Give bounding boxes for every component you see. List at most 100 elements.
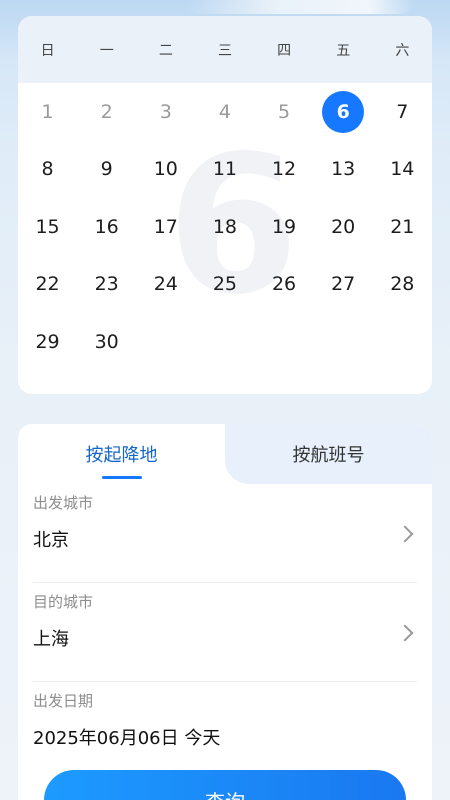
chevron-right-icon xyxy=(396,525,414,543)
departure-city-value: 北京 xyxy=(33,530,69,551)
calendar-empty-cell xyxy=(255,320,314,364)
calendar-day[interactable]: 4 xyxy=(195,90,254,134)
calendar-day-number: 23 xyxy=(94,273,119,296)
chevron-right-icon xyxy=(396,624,414,642)
calendar-day-number: 3 xyxy=(159,100,172,123)
calendar-week-row: 29 30 xyxy=(18,313,432,371)
calendar-day-number: 12 xyxy=(271,158,297,181)
calendar-week-row: 22 23 24 25 26 27 28 xyxy=(18,256,432,314)
calendar-day-number: 6 xyxy=(322,90,365,133)
calendar-day[interactable]: 27 xyxy=(314,262,373,306)
calendar-day-number: 1 xyxy=(41,100,54,123)
airplane-image xyxy=(185,0,415,14)
search-mode-tabs: 按起降地 按航班号 xyxy=(18,424,432,484)
search-panel: 按起降地 按航班号 出发城市 北京 目的城市 上海 出发日期 2025年06月0… xyxy=(18,424,432,800)
calendar-day-number: 24 xyxy=(153,273,178,296)
weekday-thu: 四 xyxy=(277,42,292,59)
calendar-day[interactable]: 5 xyxy=(255,90,314,134)
tab-by-airport-label: 按起降地 xyxy=(85,445,158,466)
calendar-days-grid: 1 2 3 4 5 6 7 8 9 10 11 12 13 14 15 16 17 18 19 20 21 22 23 24 2… xyxy=(18,83,432,371)
calendar-day[interactable]: 25 xyxy=(195,262,254,306)
calendar-day[interactable]: 3 xyxy=(136,90,195,134)
calendar-day[interactable]: 8 xyxy=(18,147,77,191)
destination-city-label: 目的城市 xyxy=(33,593,94,611)
calendar-day-number: 10 xyxy=(153,158,178,181)
calendar-day-number: 8 xyxy=(41,158,54,181)
destination-city-field[interactable]: 目的城市 上海 xyxy=(33,583,417,682)
calendar-day[interactable]: 17 xyxy=(136,205,195,249)
departure-date-value: 2025年06月06日 今天 xyxy=(33,728,221,749)
calendar-empty-cell xyxy=(314,320,373,364)
calendar-day[interactable]: 14 xyxy=(373,147,432,191)
calendar-day[interactable]: 9 xyxy=(77,147,136,191)
calendar-day-number: 9 xyxy=(100,158,113,181)
calendar-day[interactable]: 30 xyxy=(77,320,136,364)
weekday-mon: 一 xyxy=(99,42,114,59)
calendar-card: 日 一 二 三 四 五 六 6 1 2 3 4 5 6 7 8 9 10 11 12 13 14 15 16 1… xyxy=(18,16,432,394)
tab-by-flight-number[interactable]: 按航班号 xyxy=(225,424,432,484)
calendar-day-number: 4 xyxy=(218,100,231,123)
calendar-day[interactable]: 1 xyxy=(18,90,77,134)
calendar-day-number: 17 xyxy=(153,215,178,238)
calendar-day[interactable]: 15 xyxy=(18,205,77,249)
query-button-label: 查询 xyxy=(205,786,245,800)
calendar-day[interactable]: 22 xyxy=(18,262,77,306)
calendar-day-number: 26 xyxy=(271,273,297,296)
calendar-day-number: 15 xyxy=(35,215,60,238)
calendar-day-number: 5 xyxy=(278,100,291,123)
destination-city-value: 上海 xyxy=(33,629,69,650)
calendar-day-number: 21 xyxy=(390,215,415,238)
calendar-day-number: 7 xyxy=(396,100,409,123)
calendar-day-number: 27 xyxy=(331,273,356,296)
calendar-day[interactable]: 24 xyxy=(136,262,195,306)
calendar-day-number: 11 xyxy=(212,158,238,181)
calendar-day-number: 22 xyxy=(35,273,60,296)
calendar-day[interactable]: 29 xyxy=(18,320,77,364)
weekday-fri: 五 xyxy=(336,42,351,59)
calendar-day-number: 29 xyxy=(35,330,60,353)
calendar-day-number: 20 xyxy=(331,215,356,238)
departure-city-field[interactable]: 出发城市 北京 xyxy=(33,484,417,583)
weekday-sat: 六 xyxy=(395,42,410,59)
calendar-day[interactable]: 12 xyxy=(255,147,314,191)
calendar-week-row: 1 2 3 4 5 6 7 xyxy=(18,83,432,141)
calendar-week-row: 15 16 17 18 19 20 21 xyxy=(18,198,432,256)
calendar-day[interactable]: 7 xyxy=(373,90,432,134)
tab-by-flight-number-label: 按航班号 xyxy=(292,445,365,466)
departure-date-label: 出发日期 xyxy=(33,692,94,710)
weekday-tue: 二 xyxy=(158,42,173,59)
calendar-day[interactable]: 28 xyxy=(373,262,432,306)
calendar-day-number: 30 xyxy=(94,330,119,353)
weekday-wed: 三 xyxy=(217,42,232,59)
calendar-day-number: 19 xyxy=(271,215,297,238)
calendar-day-number: 2 xyxy=(100,100,113,123)
calendar-day-number: 25 xyxy=(212,273,238,296)
calendar-day-number: 18 xyxy=(212,215,238,238)
calendar-day[interactable]: 10 xyxy=(136,147,195,191)
calendar-day[interactable]: 11 xyxy=(195,147,254,191)
calendar-day[interactable]: 26 xyxy=(255,262,314,306)
departure-date-field[interactable]: 出发日期 2025年06月06日 今天 xyxy=(33,682,417,780)
calendar-day[interactable]: 20 xyxy=(314,205,373,249)
weekday-sun: 日 xyxy=(40,42,55,59)
calendar-day[interactable]: 2 xyxy=(77,90,136,134)
active-tab-indicator xyxy=(101,476,142,479)
calendar-empty-cell xyxy=(136,320,195,364)
calendar-day[interactable]: 13 xyxy=(314,147,373,191)
calendar-week-row: 8 9 10 11 12 13 14 xyxy=(18,141,432,199)
calendar-day[interactable]: 16 xyxy=(77,205,136,249)
calendar-day[interactable]: 23 xyxy=(77,262,136,306)
calendar-day-number: 16 xyxy=(94,215,119,238)
calendar-day-number: 14 xyxy=(390,158,415,181)
calendar-day[interactable]: 21 xyxy=(373,205,432,249)
calendar-day[interactable]: 18 xyxy=(195,205,254,249)
calendar-day-selected[interactable]: 6 xyxy=(314,90,373,134)
query-button[interactable]: 查询 xyxy=(44,770,406,800)
tab-by-airport[interactable]: 按起降地 xyxy=(18,424,225,484)
calendar-day-number: 13 xyxy=(331,158,356,181)
calendar-day[interactable]: 19 xyxy=(255,205,314,249)
departure-city-label: 出发城市 xyxy=(33,494,94,512)
weekday-header: 日 一 二 三 四 五 六 xyxy=(18,16,432,83)
calendar-empty-cell xyxy=(373,320,432,364)
calendar-empty-cell xyxy=(195,320,254,364)
